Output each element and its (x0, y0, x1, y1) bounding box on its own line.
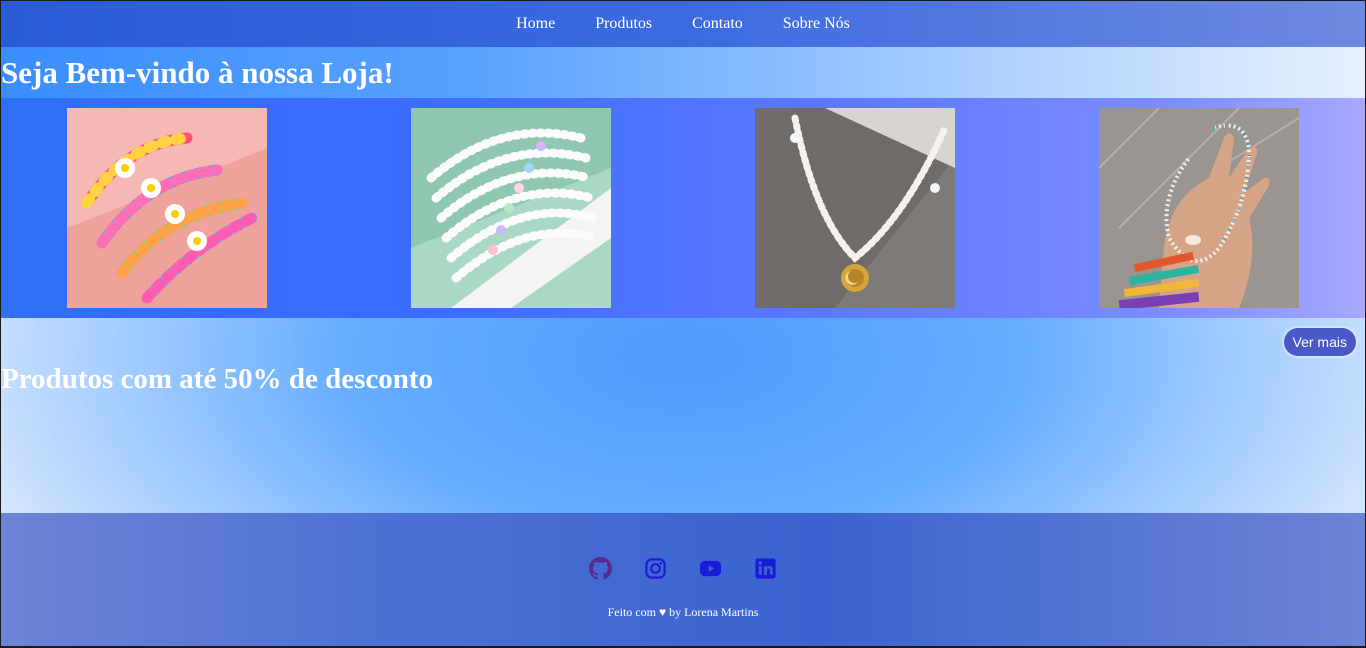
see-more-button[interactable]: Ver mais (1283, 328, 1356, 356)
github-icon[interactable] (589, 557, 612, 580)
nav-sobre-link[interactable]: Sobre Nós (783, 15, 850, 33)
product-gallery (1, 98, 1365, 318)
nav-contato-link[interactable]: Contato (692, 15, 743, 33)
instagram-icon[interactable] (644, 557, 667, 580)
welcome-banner: Seja Bem-vindo à nossa Loja! (1, 47, 1365, 98)
footer: Feito com ♥ by Lorena Martins (1, 513, 1365, 646)
nav-home-link[interactable]: Home (516, 15, 555, 33)
product-image-bracelets-daisy[interactable] (67, 108, 267, 308)
social-links (1, 557, 1365, 580)
product-image-necklace-shell[interactable] (1099, 108, 1299, 308)
promo-title: Produtos com até 50% de desconto (1, 363, 434, 395)
welcome-title: Seja Bem-vindo à nossa Loja! (1, 55, 394, 90)
main-navigation: Home Produtos Contato Sobre Nós (1, 1, 1365, 47)
nav-produtos-link[interactable]: Produtos (595, 15, 652, 33)
product-image-necklace-moon[interactable] (755, 108, 955, 308)
linkedin-icon[interactable] (754, 557, 777, 580)
product-image-bracelets-pearl[interactable] (411, 108, 611, 308)
page: Home Produtos Contato Sobre Nós Seja Bem… (1, 1, 1365, 646)
footer-credit: Feito com ♥ by Lorena Martins (607, 605, 759, 619)
youtube-icon[interactable] (699, 557, 722, 580)
